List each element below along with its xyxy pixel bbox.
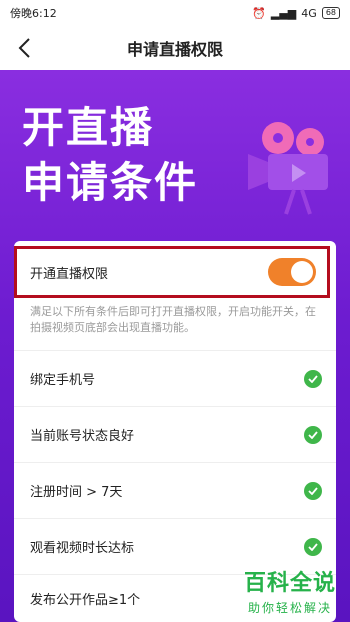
- page-title: 申请直播权限: [126, 40, 223, 59]
- status-bar: 傍晚6:12 ⏰ ▂▄▆ 4G 68: [0, 0, 350, 26]
- check-icon: [304, 425, 322, 444]
- check-icon: [304, 369, 322, 388]
- status-icons: ⏰ ▂▄▆ 4G 68: [252, 7, 340, 20]
- check-icon: [304, 481, 322, 500]
- alarm-icon: ⏰: [252, 6, 266, 20]
- condition-row-registration: 注册时间 > 7天: [14, 462, 336, 518]
- signal-icon: ▂▄▆: [270, 6, 297, 20]
- battery-icon: 68: [321, 7, 340, 19]
- chevron-left-icon: [18, 38, 30, 58]
- back-button[interactable]: [10, 34, 38, 62]
- check-icon: [304, 537, 322, 556]
- hero-title-line1: 开直播: [22, 103, 155, 152]
- highlight-box: [14, 246, 330, 298]
- condition-label: 绑定手机号: [30, 373, 96, 388]
- condition-label: 注册时间 > 7天: [30, 485, 123, 500]
- hero-title: 开直播 申请条件: [22, 100, 198, 210]
- condition-row-phone: 绑定手机号: [14, 350, 336, 406]
- watermark-title: 百科全说: [243, 571, 336, 596]
- condition-label: 当前账号状态良好: [30, 429, 135, 444]
- hero-title-line2: 申请条件: [22, 158, 199, 207]
- nav-bar: 申请直播权限: [0, 26, 350, 70]
- network-label: 4G: [301, 6, 317, 20]
- condition-row-account: 当前账号状态良好: [14, 406, 336, 462]
- permission-description: 满足以下所有条件后即可打开直播权限，开启功能开关，在拍摄视频页底部会出现直播功能…: [30, 305, 316, 334]
- status-time: 傍晚6:12: [10, 7, 57, 20]
- watermark-subtitle: 助你轻松解决: [247, 601, 332, 615]
- film-camera-icon: [248, 122, 328, 215]
- condition-label: 观看视频时长达标: [30, 541, 135, 556]
- watermark: 百科全说 助你轻松解决: [244, 565, 336, 616]
